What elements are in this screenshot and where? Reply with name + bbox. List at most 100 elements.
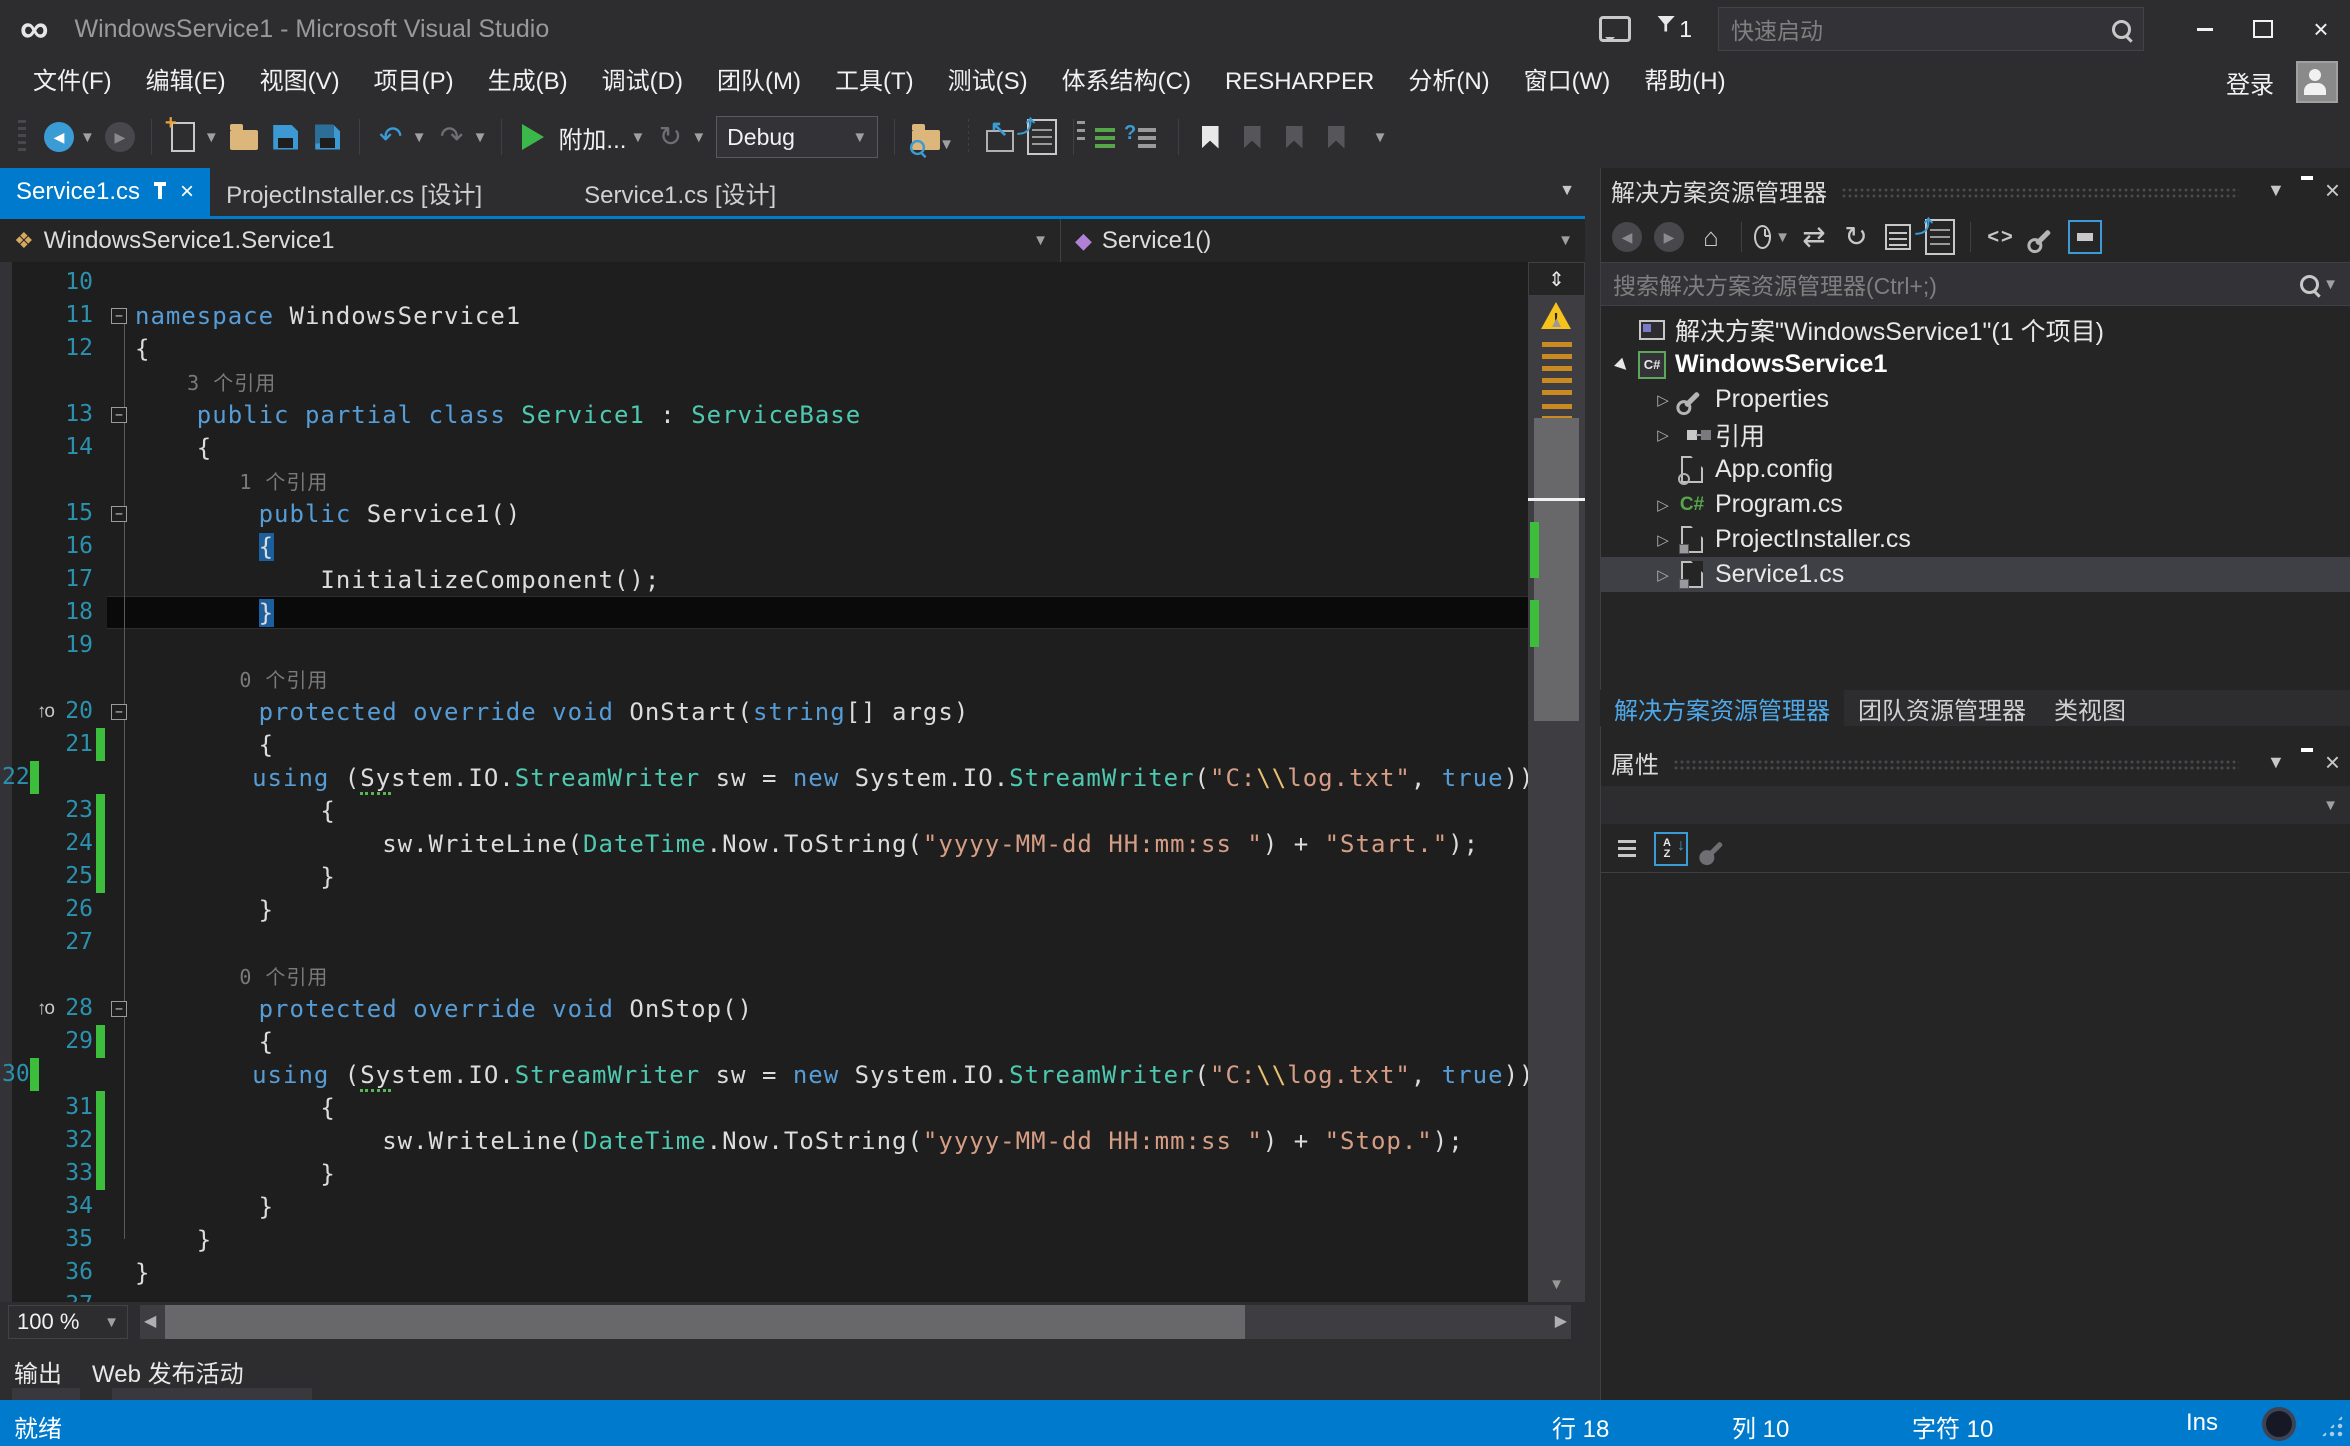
- resharper-status-icon[interactable]: [2262, 1407, 2296, 1441]
- code-text[interactable]: using (System.IO.StreamWriter sw = new S…: [67, 1061, 1528, 1089]
- collapsed-expander-icon[interactable]: ▷: [1651, 496, 1675, 514]
- toggle-bookmark-icon[interactable]: [1193, 120, 1227, 154]
- code-text[interactable]: InitializeComponent();: [135, 566, 660, 594]
- codelens-references[interactable]: 0 个引用: [135, 664, 328, 693]
- notifications-flag[interactable]: 1: [1657, 16, 1692, 43]
- code-text[interactable]: }: [135, 1259, 150, 1287]
- pin-icon[interactable]: [158, 186, 162, 199]
- scrollbar-thumb[interactable]: [165, 1305, 1245, 1339]
- tool-tab-解决方案资源管理器[interactable]: 解决方案资源管理器: [1600, 690, 1844, 726]
- user-avatar-icon[interactable]: [2296, 61, 2338, 103]
- code-text[interactable]: using (System.IO.StreamWriter sw = new S…: [67, 764, 1528, 792]
- code-text[interactable]: public partial class Service1 : ServiceB…: [135, 401, 861, 429]
- fold-collapse-icon[interactable]: −: [111, 1001, 127, 1017]
- copy-structure-icon[interactable]: [1025, 120, 1059, 154]
- overflow-icon[interactable]: ▼: [1361, 120, 1395, 154]
- redo-icon[interactable]: ↷: [435, 120, 469, 154]
- collapsed-expander-icon[interactable]: ▷: [1651, 531, 1675, 549]
- line-number[interactable]: 37: [57, 1289, 93, 1302]
- codelens-references[interactable]: 1 个引用: [135, 466, 328, 495]
- code-text[interactable]: }: [135, 896, 274, 924]
- code-text[interactable]: }: [135, 863, 336, 891]
- minimize-button[interactable]: [2176, 3, 2234, 55]
- start-debug-attach-icon[interactable]: [516, 120, 550, 154]
- tree-item-service1-cs[interactable]: ▷Service1.cs: [1601, 557, 2350, 592]
- line-number[interactable]: 11: [57, 299, 93, 332]
- menu-编辑[interactable]: 编辑(E): [129, 58, 243, 106]
- line-number[interactable]: 31: [57, 1091, 93, 1124]
- properties-wrench-icon[interactable]: [2025, 219, 2061, 255]
- tab-web-publish-activity[interactable]: Web 发布活动: [92, 1354, 244, 1389]
- fold-collapse-icon[interactable]: −: [111, 308, 127, 324]
- properties-pages-icon[interactable]: [1922, 219, 1958, 255]
- menu-生成[interactable]: 生成(B): [471, 58, 585, 106]
- undo-icon[interactable]: ↶: [374, 120, 408, 154]
- tree-item-program-cs[interactable]: ▷C#Program.cs: [1601, 487, 2350, 522]
- new-file-icon[interactable]: [166, 120, 200, 154]
- back-icon[interactable]: ◀: [1609, 219, 1645, 255]
- code-text[interactable]: sw.WriteLine(DateTime.Now.ToString("yyyy…: [135, 830, 1479, 858]
- sort-alphabetical-icon[interactable]: AZ: [1653, 831, 1689, 867]
- code-text[interactable]: namespace WindowsService1: [135, 302, 521, 330]
- line-number[interactable]: 36: [57, 1256, 93, 1289]
- scroll-up-icon[interactable]: ▲: [1528, 314, 1585, 331]
- object-selector-dropdown[interactable]: ▼: [1601, 786, 2350, 824]
- split-editor-handle[interactable]: ⇕: [1528, 262, 1585, 296]
- show-all-files-icon[interactable]: [2067, 219, 2103, 255]
- line-number[interactable]: 26: [57, 893, 93, 926]
- menu-项目[interactable]: 项目(P): [357, 58, 471, 106]
- search-icon[interactable]: [2112, 20, 2131, 39]
- document-tab-projectinstaller.cs[interactable]: ProjectInstaller.cs [设计]: [210, 168, 498, 216]
- line-number[interactable]: 32: [57, 1124, 93, 1157]
- drag-handle-icon[interactable]: [18, 120, 26, 154]
- line-number[interactable]: 34: [57, 1190, 93, 1223]
- window-position-chevron-icon[interactable]: ▼: [2267, 180, 2285, 201]
- override-indicator-icon[interactable]: ↑o: [37, 701, 53, 723]
- line-number[interactable]: 29: [57, 1025, 93, 1058]
- forward-icon[interactable]: ▶: [1651, 219, 1687, 255]
- line-number[interactable]: [57, 464, 93, 497]
- line-number[interactable]: 17: [57, 563, 93, 596]
- code-text[interactable]: protected override void OnStart(string[]…: [135, 698, 969, 726]
- debug-configuration-dropdown[interactable]: Debug▼: [716, 116, 878, 158]
- document-tab-service1.cs[interactable]: Service1.cs×: [0, 168, 210, 216]
- fold-collapse-icon[interactable]: −: [111, 704, 127, 720]
- line-number[interactable]: 12: [57, 332, 93, 365]
- code-text[interactable]: {: [135, 1094, 336, 1122]
- expanded-expander-icon[interactable]: ▶: [1608, 350, 1638, 380]
- chevron-down-icon[interactable]: ▼: [412, 129, 427, 146]
- line-number[interactable]: 27: [57, 926, 93, 959]
- quick-launch-search[interactable]: 快速启动: [1718, 7, 2144, 51]
- line-number[interactable]: [57, 662, 93, 695]
- navigate-backward-icon[interactable]: ◀: [42, 120, 76, 154]
- clear-bookmarks-icon[interactable]: [1319, 120, 1353, 154]
- chevron-down-icon[interactable]: ▼: [204, 129, 219, 146]
- tool-tab-类视图[interactable]: 类视图: [2040, 690, 2140, 726]
- editor-vertical-scrollbar[interactable]: ⇕ ! ▲ ▼: [1528, 262, 1585, 1302]
- collapsed-expander-icon[interactable]: ▷: [1651, 566, 1675, 584]
- next-bookmark-icon[interactable]: [1277, 120, 1311, 154]
- tree-item-properties[interactable]: ▷Properties: [1601, 382, 2350, 417]
- solution-explorer-title-bar[interactable]: 解决方案资源管理器 ▼ ×: [1601, 168, 2350, 212]
- scroll-left-icon[interactable]: ◀: [144, 1311, 156, 1331]
- save-icon[interactable]: [269, 120, 303, 154]
- open-file-icon[interactable]: [227, 120, 261, 154]
- line-number[interactable]: 15: [57, 497, 93, 530]
- line-number[interactable]: 19: [57, 629, 93, 662]
- override-indicator-icon[interactable]: ↑o: [37, 998, 53, 1020]
- chevron-down-icon[interactable]: ▼: [473, 129, 488, 146]
- codelens-references[interactable]: 3 个引用: [135, 367, 276, 396]
- line-number[interactable]: 24: [57, 827, 93, 860]
- menu-分析[interactable]: 分析(N): [1391, 58, 1506, 106]
- feedback-icon[interactable]: [1599, 16, 1631, 42]
- pin-icon[interactable]: [2301, 180, 2309, 201]
- scroll-right-icon[interactable]: ▶: [1555, 1311, 1567, 1331]
- tree-item-projectinstaller-cs[interactable]: ▷ProjectInstaller.cs: [1601, 522, 2350, 557]
- resize-grip[interactable]: [2320, 1414, 2344, 1438]
- restart-icon[interactable]: ↻: [653, 120, 687, 154]
- line-number[interactable]: [57, 365, 93, 398]
- line-indent-icon[interactable]: [1088, 120, 1122, 154]
- maximize-button[interactable]: [2234, 3, 2292, 55]
- scroll-down-icon[interactable]: ▼: [1528, 1276, 1585, 1293]
- close-icon[interactable]: ×: [2325, 177, 2340, 203]
